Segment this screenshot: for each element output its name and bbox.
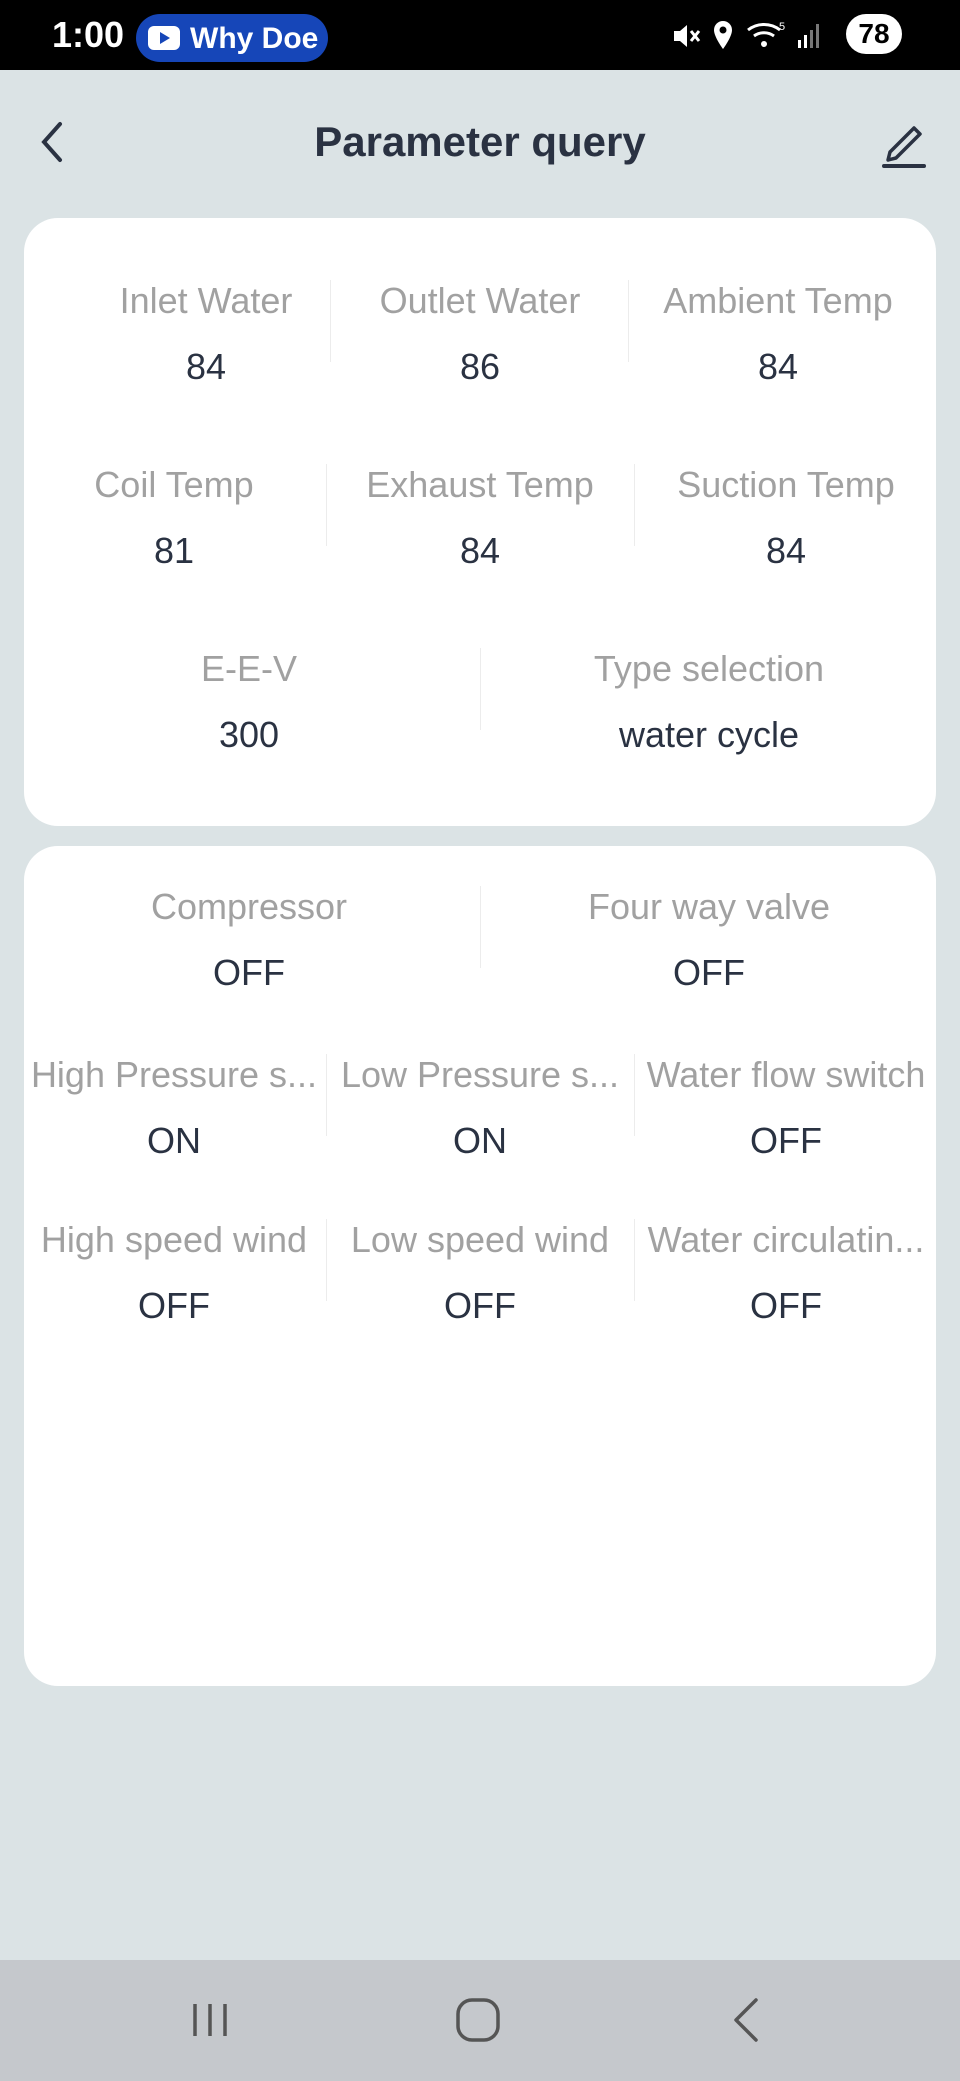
water-flow-switch-label: Water flow switch bbox=[646, 1054, 926, 1095]
pencil-icon bbox=[882, 126, 926, 168]
water-flow-switch-value: OFF bbox=[750, 1120, 822, 1161]
water-circulating-label: Water circulatin... bbox=[647, 1219, 925, 1260]
battery-indicator: 78 bbox=[846, 14, 902, 54]
divider bbox=[480, 886, 481, 968]
low-pressure-cell: Low Pressure s... ON bbox=[330, 1054, 630, 1162]
high-pressure-cell: High Pressure s... ON bbox=[24, 1054, 324, 1162]
low-speed-wind-label: Low speed wind bbox=[350, 1219, 610, 1260]
outlet-water-cell: Outlet Water 86 bbox=[330, 280, 630, 388]
mute-icon bbox=[674, 25, 701, 47]
media-notification-pill[interactable]: Why Doe bbox=[136, 14, 328, 62]
page-title: Parameter query bbox=[314, 118, 646, 165]
four-way-valve-label: Four way valve bbox=[587, 886, 831, 927]
water-flow-switch-cell: Water flow switch OFF bbox=[636, 1054, 936, 1162]
divider bbox=[326, 1219, 327, 1301]
divider bbox=[326, 1054, 327, 1136]
low-speed-wind-value: OFF bbox=[444, 1285, 516, 1326]
type-selection-cell: Type selection water cycle bbox=[484, 648, 934, 756]
coil-temp-cell: Coil Temp 81 bbox=[24, 464, 324, 572]
home-button[interactable] bbox=[443, 1988, 513, 2052]
signal-icon bbox=[798, 24, 819, 48]
svg-text:5: 5 bbox=[779, 21, 785, 33]
outlet-water-label: Outlet Water bbox=[379, 280, 581, 321]
high-speed-wind-cell: High speed wind OFF bbox=[24, 1219, 324, 1327]
status-icons: 5 78 bbox=[672, 12, 902, 58]
eev-cell: E-E-V 300 bbox=[24, 648, 474, 756]
outlet-water-value: 86 bbox=[459, 346, 501, 387]
youtube-icon bbox=[148, 26, 180, 50]
compressor-value: OFF bbox=[213, 952, 285, 993]
home-icon bbox=[456, 1998, 500, 2042]
recents-button[interactable] bbox=[175, 1988, 245, 2052]
divider bbox=[634, 1219, 635, 1301]
coil-temp-label: Coil Temp bbox=[94, 464, 254, 505]
exhaust-temp-cell: Exhaust Temp 84 bbox=[330, 464, 630, 572]
wifi-icon: 5 bbox=[747, 21, 785, 47]
divider bbox=[326, 464, 327, 546]
status-card: Compressor OFF Four way valve OFF High P… bbox=[24, 846, 936, 1686]
exhaust-temp-value: 84 bbox=[459, 530, 501, 571]
ambient-temp-cell: Ambient Temp 84 bbox=[628, 280, 928, 388]
app-header: Parameter query bbox=[0, 70, 960, 212]
ambient-temp-label: Ambient Temp bbox=[663, 280, 893, 321]
water-circulating-value: OFF bbox=[750, 1285, 822, 1326]
status-bar: 1:00 Why Doe 5 78 bbox=[0, 0, 960, 70]
suction-temp-label: Suction Temp bbox=[677, 464, 895, 505]
eev-label: E-E-V bbox=[200, 648, 297, 689]
coil-temp-value: 81 bbox=[153, 530, 195, 571]
location-icon bbox=[714, 21, 732, 49]
suction-temp-cell: Suction Temp 84 bbox=[636, 464, 936, 572]
nav-back-button[interactable] bbox=[712, 1988, 782, 2052]
type-selection-label: Type selection bbox=[593, 648, 825, 689]
divider bbox=[634, 1054, 635, 1136]
back-icon bbox=[734, 1998, 758, 2042]
high-pressure-label: High Pressure s... bbox=[30, 1054, 318, 1095]
temperature-card: Inlet Water 84 Outlet Water 86 Ambient T… bbox=[24, 218, 936, 826]
compressor-cell: Compressor OFF bbox=[24, 886, 474, 994]
recents-icon bbox=[193, 2004, 227, 2036]
ambient-temp-value: 84 bbox=[757, 346, 799, 387]
divider bbox=[634, 464, 635, 546]
divider bbox=[480, 648, 481, 730]
low-pressure-label: Low Pressure s... bbox=[340, 1054, 620, 1095]
exhaust-temp-label: Exhaust Temp bbox=[366, 464, 594, 505]
suction-temp-value: 84 bbox=[765, 530, 807, 571]
low-pressure-value: ON bbox=[453, 1120, 507, 1161]
high-pressure-value: ON bbox=[147, 1120, 201, 1161]
edit-button[interactable] bbox=[878, 114, 930, 170]
four-way-valve-cell: Four way valve OFF bbox=[484, 886, 934, 994]
status-time: 1:00 bbox=[52, 14, 125, 55]
type-selection-value: water cycle bbox=[618, 714, 800, 755]
compressor-label: Compressor bbox=[150, 886, 348, 927]
low-speed-wind-cell: Low speed wind OFF bbox=[330, 1219, 630, 1327]
eev-value: 300 bbox=[218, 714, 280, 755]
inlet-water-value: 84 bbox=[185, 346, 227, 387]
water-circulating-cell: Water circulatin... OFF bbox=[636, 1219, 936, 1327]
high-speed-wind-label: High speed wind bbox=[40, 1219, 308, 1260]
four-way-valve-value: OFF bbox=[673, 952, 745, 993]
media-notification-text: Why Doe bbox=[190, 22, 319, 55]
system-nav-bar bbox=[0, 1960, 960, 2081]
inlet-water-cell: Inlet Water 84 bbox=[54, 280, 358, 388]
high-speed-wind-value: OFF bbox=[138, 1285, 210, 1326]
inlet-water-label: Inlet Water bbox=[119, 280, 293, 321]
